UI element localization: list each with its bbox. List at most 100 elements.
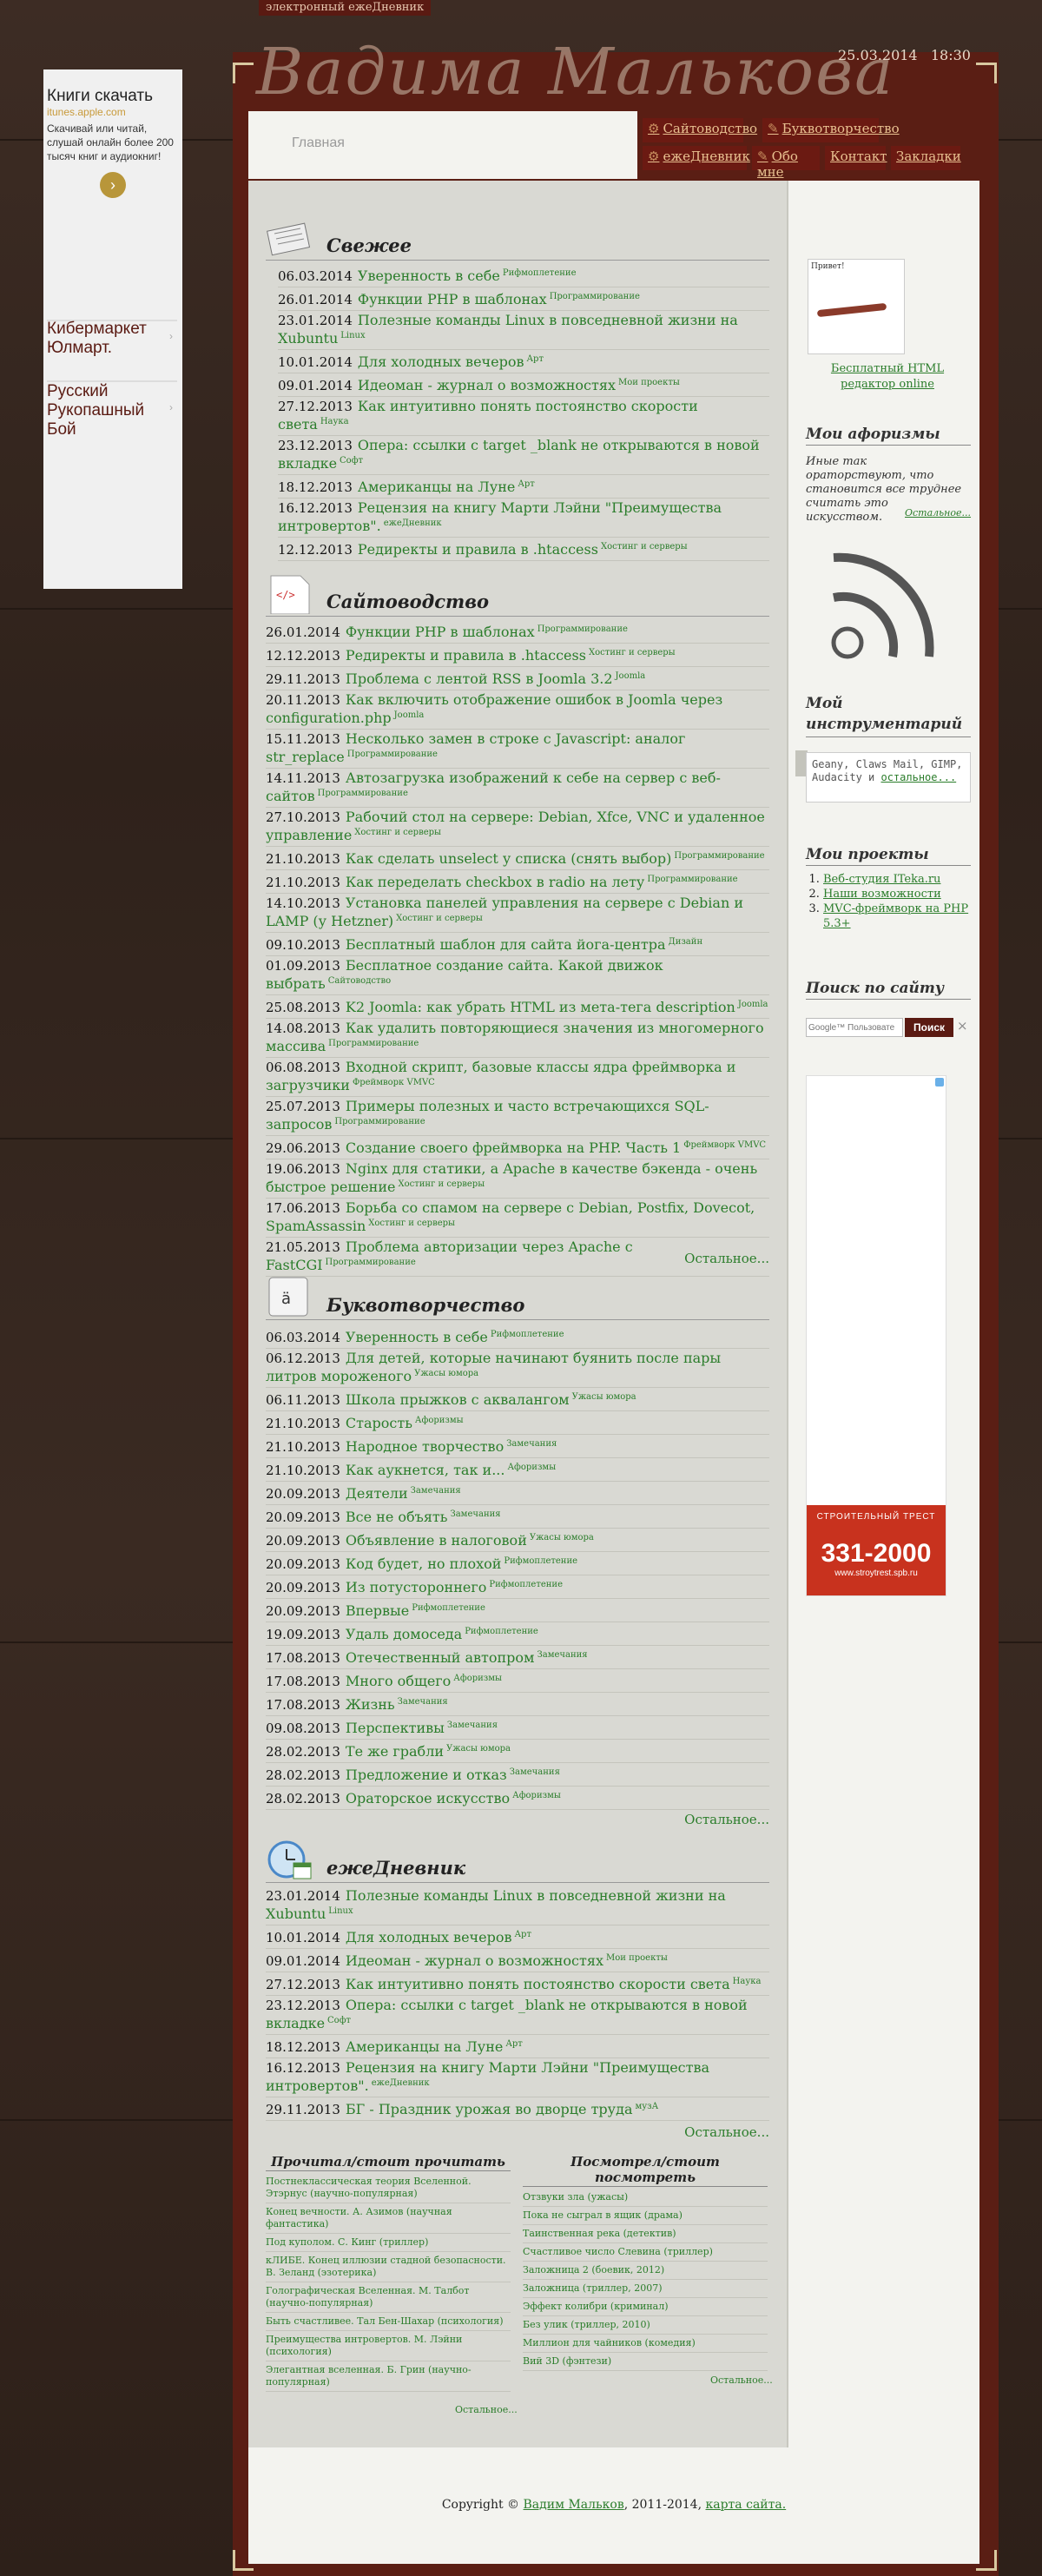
item-category-tag[interactable]: Программирование (537, 624, 628, 634)
book-film-item[interactable]: Заложница (триллер, 2007) (523, 2280, 768, 2298)
item-category-tag[interactable]: Программирование (326, 1258, 416, 1267)
nav-about[interactable]: ✎ Обо мне (752, 146, 820, 180)
item-title-link[interactable]: Уверенность в себе (346, 1329, 488, 1345)
item-category-tag[interactable]: Linux (328, 1906, 353, 1916)
item-category-tag[interactable]: Linux (340, 331, 365, 340)
item-category-tag[interactable]: Фреймворк VMVC (683, 1140, 766, 1150)
more-link[interactable]: Остальное... (455, 2404, 518, 2415)
item-category-tag[interactable]: Софт (327, 2016, 351, 2025)
item-title-link[interactable]: Как удалить повторяющиеся значения из мн… (266, 1020, 764, 1054)
close-icon[interactable]: × (957, 1018, 968, 1034)
item-category-tag[interactable]: Хостинг и серверы (396, 914, 483, 923)
item-category-tag[interactable]: ежеДневник (372, 2078, 430, 2088)
item-category-tag[interactable]: Рифмоплетение (489, 1580, 563, 1589)
chevron-right-icon[interactable]: › (169, 330, 173, 342)
book-film-item[interactable]: Отзвуки зла (ужасы) (523, 2189, 768, 2207)
author-link[interactable]: Вадим Мальков (524, 2498, 624, 2512)
item-title-link[interactable]: Американцы на Луне (346, 2038, 503, 2055)
item-category-tag[interactable]: Мои проекты (606, 1953, 668, 1963)
item-category-tag[interactable]: Хостинг и серверы (601, 542, 688, 552)
item-category-tag[interactable]: ежеДневник (384, 519, 442, 528)
item-category-tag[interactable]: Сайтоводство (328, 976, 391, 986)
more-link[interactable]: Остальное... (710, 2375, 773, 2386)
site-logo[interactable]: Вадима Малькова (256, 35, 894, 109)
banner-ad[interactable]: СТРОИТЕЛЬНЫЙ ТРЕСТ 331-2000 www.stroytre… (806, 1075, 946, 1596)
book-film-item[interactable]: Конец вечности. А. Азимов (научная фанта… (266, 2203, 511, 2234)
item-title-link[interactable]: Код будет, но плохой (346, 1556, 502, 1572)
search-button[interactable]: Поиск (905, 1018, 953, 1037)
item-title-link[interactable]: K2 Joomla: как убрать HTML из мета-тега … (346, 999, 735, 1015)
book-film-item[interactable]: Элегантная вселенная. Б. Грин (научно-по… (266, 2361, 511, 2392)
item-title-link[interactable]: Удаль домоседа (346, 1626, 462, 1642)
item-category-tag[interactable]: Ужасы юмора (414, 1369, 478, 1378)
book-film-item[interactable]: Заложница 2 (боевик, 2012) (523, 2262, 768, 2280)
item-category-tag[interactable]: Арт (526, 354, 544, 364)
nav-letters[interactable]: ✎ Буквотворчество (762, 118, 900, 142)
item-category-tag[interactable]: Наука (733, 1977, 762, 1986)
item-title-link[interactable]: Много общего (346, 1673, 451, 1689)
item-title-link[interactable]: БГ - Праздник урожая во дворце труда (346, 2101, 633, 2117)
item-category-tag[interactable]: Наука (320, 417, 349, 426)
item-category-tag[interactable]: Рифмоплетение (412, 1603, 485, 1613)
item-title-link[interactable]: Все не объять (346, 1509, 448, 1525)
item-title-link[interactable]: Для холодных вечеров (358, 353, 524, 370)
more-link[interactable]: Остальное... (684, 1251, 769, 1266)
item-category-tag[interactable]: Программирование (647, 875, 737, 884)
book-film-item[interactable]: Под куполом. С. Кинг (триллер) (266, 2234, 511, 2252)
home-link[interactable]: Главная (292, 135, 345, 151)
book-film-item[interactable]: Эффект колибри (криминал) (523, 2298, 768, 2316)
aphorism-more-link[interactable]: Остальное... (905, 507, 971, 519)
item-category-tag[interactable]: Замечания (506, 1439, 557, 1449)
item-title-link[interactable]: Как переделать checkbox в radio на лету (346, 874, 644, 890)
item-title-link[interactable]: Объявление в налоговой (346, 1532, 527, 1549)
item-title-link[interactable]: Бесплатный шаблон для сайта йога-центра (346, 936, 666, 953)
item-title-link[interactable]: Ораторское искусство (346, 1790, 510, 1807)
item-category-tag[interactable]: Joomla (616, 671, 646, 681)
item-category-tag[interactable]: Замечания (411, 1486, 461, 1496)
item-category-tag[interactable]: Хостинг и серверы (589, 648, 676, 657)
book-film-item[interactable]: Постнеклассическая теория Вселенной. Этэ… (266, 2173, 511, 2203)
item-title-link[interactable]: Жизнь (346, 1696, 395, 1713)
item-title-link[interactable]: Рабочий стол на сервере: Debian, Xfce, V… (266, 809, 765, 843)
item-title-link[interactable]: Проблема с лентой RSS в Joomla 3.2 (346, 670, 613, 687)
book-film-item[interactable]: Пока не сыграл в ящик (драма) (523, 2207, 768, 2225)
item-title-link[interactable]: Перспективы (346, 1720, 445, 1736)
item-category-tag[interactable]: Фреймворк VMVC (353, 1078, 435, 1087)
item-category-tag[interactable]: Хостинг и серверы (398, 1179, 485, 1189)
item-title-link[interactable]: Впервые (346, 1602, 409, 1619)
item-title-link[interactable]: Школа прыжков с аквалангом (346, 1391, 570, 1408)
item-title-link[interactable]: Идеоман - журнал о возможностях (358, 377, 616, 393)
item-category-tag[interactable]: Joomla (738, 1000, 768, 1009)
item-category-tag[interactable]: Замечания (450, 1509, 500, 1519)
item-title-link[interactable]: Как сделать unselect у списка (снять выб… (346, 850, 671, 867)
item-title-link[interactable]: Предложение и отказ (346, 1767, 507, 1783)
book-film-item[interactable]: Преимущества интровертов. М. Лэйни (псих… (266, 2331, 511, 2361)
ad-link-ulmart[interactable]: Кибермаркет Юлмарт. (47, 320, 182, 358)
ad-arrow-icon[interactable]: › (100, 172, 126, 198)
ad-title[interactable]: Книги скачать (47, 87, 179, 106)
item-category-tag[interactable]: Замечания (510, 1767, 560, 1777)
item-category-tag[interactable]: Joomla (394, 710, 425, 720)
item-category-tag[interactable]: Хостинг и серверы (354, 828, 441, 837)
book-film-item[interactable]: Вий 3D (фэнтези) (523, 2353, 768, 2371)
project-link[interactable]: Веб-студия ITeka.ru (823, 873, 940, 886)
item-category-tag[interactable]: Хостинг и серверы (368, 1219, 455, 1228)
adchoices-icon[interactable] (935, 1078, 944, 1087)
nav-bookmarks[interactable]: Закладки (891, 146, 961, 170)
item-category-tag[interactable]: Афоризмы (453, 1674, 502, 1683)
editor-thumbnail[interactable]: Привет! (808, 259, 905, 354)
item-category-tag[interactable]: Арт (514, 1930, 531, 1939)
item-category-tag[interactable]: Замечания (398, 1697, 448, 1707)
item-category-tag[interactable]: Рифмоплетение (504, 1556, 577, 1566)
item-title-link[interactable]: Как аукнется, так и... (346, 1462, 505, 1478)
item-category-tag[interactable]: Ужасы юмора (572, 1392, 636, 1402)
item-category-tag[interactable]: Программирование (550, 292, 640, 301)
item-title-link[interactable]: Деятели (346, 1485, 408, 1502)
book-film-item[interactable]: Голографическая Вселенная. М. Талбот (на… (266, 2282, 511, 2313)
item-title-link[interactable]: Редиректы и правила в .htaccess (346, 647, 586, 664)
item-category-tag[interactable]: Афоризмы (512, 1791, 561, 1800)
item-category-tag[interactable]: Арт (505, 2039, 523, 2049)
item-title-link[interactable]: Из потустороннего (346, 1579, 486, 1595)
nav-web[interactable]: ⚙ Сайтоводство (643, 118, 757, 142)
item-category-tag[interactable]: Ужасы юмора (446, 1744, 511, 1754)
